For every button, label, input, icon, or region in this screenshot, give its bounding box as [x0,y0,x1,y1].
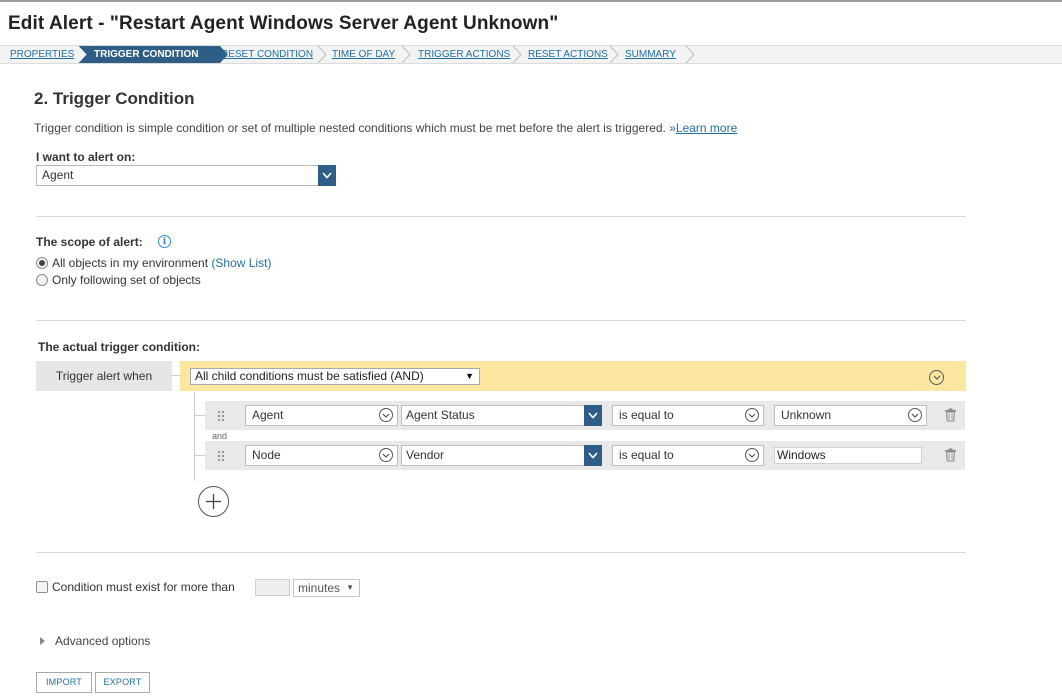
object-value: Node [252,448,281,462]
caret-down-icon: ▼ [346,583,354,592]
chevron-down-icon[interactable] [908,408,922,422]
import-button[interactable]: IMPORT [36,672,92,693]
chevron-down-icon[interactable] [379,448,393,462]
scope-option-all[interactable]: All objects in my environment (Show List… [36,256,271,270]
chevron-down-icon[interactable] [745,408,759,422]
operator-value: is equal to [619,408,674,422]
advanced-options-label: Advanced options [55,634,151,648]
step-arrow-icon [78,46,87,63]
step-summary[interactable]: SUMMARY [625,46,676,63]
group-operator-select[interactable]: All child conditions must be satisfied (… [190,368,480,385]
duration-input[interactable] [255,579,290,596]
trigger-condition-label: The actual trigger condition: [38,340,201,354]
trash-icon[interactable] [944,448,957,462]
chevron-down-icon[interactable] [584,445,602,466]
drag-handle-icon[interactable] [217,450,224,461]
export-button[interactable]: EXPORT [95,672,150,693]
section-description: Trigger condition is simple condition or… [34,121,737,135]
field-select[interactable]: Agent Status [401,405,602,426]
chevron-down-icon[interactable] [318,165,336,186]
wizard-breadcrumb: PROPERTIES TRIGGER CONDITION RESET CONDI… [0,45,1062,64]
radio-selected[interactable] [36,257,48,269]
tree-line [194,391,195,481]
learn-more-prefix: » [669,121,676,135]
value-select[interactable]: Unknown [774,405,927,426]
caret-right-icon [40,637,45,645]
object-select[interactable]: Node [245,445,398,466]
page-title: Edit Alert - "Restart Agent Windows Serv… [8,13,559,34]
operator-select[interactable]: is equal to [612,405,764,426]
duration-checkbox-row[interactable]: Condition must exist for more than [36,580,235,594]
field-value: Agent Status [406,408,475,422]
drag-handle-icon[interactable] [217,410,224,421]
section-title: 2. Trigger Condition [34,89,195,108]
add-condition-button[interactable] [198,486,229,517]
advanced-options-toggle[interactable]: Advanced options [40,634,150,648]
info-icon[interactable]: i [158,235,171,248]
scope-option-subset[interactable]: Only following set of objects [36,273,201,287]
step-reset-actions[interactable]: RESET ACTIONS [528,46,608,63]
connector-line [172,375,180,376]
step-properties[interactable]: PROPERTIES [10,46,74,63]
group-options-chevron-icon[interactable] [929,370,944,385]
group-operator-value: All child conditions must be satisfied (… [195,369,424,383]
object-value: Agent [252,408,284,422]
divider [36,552,966,553]
duration-unit-select[interactable]: minutes ▼ [293,579,360,597]
condition-row: Node Vendor is equal to Windows [205,441,965,470]
caret-down-icon: ▼ [465,371,474,381]
step-reset-condition[interactable]: RESET CONDITION [221,46,313,63]
chevron-down-icon[interactable] [584,405,602,426]
field-select[interactable]: Vendor [401,445,602,466]
step-arrow-icon [610,46,619,63]
trash-icon[interactable] [944,408,957,422]
step-arrow-icon [318,46,327,63]
alert-on-select[interactable]: Agent [36,165,336,186]
step-arrow-icon [686,46,695,63]
duration-unit-value: minutes [298,581,341,595]
condition-value: Unknown [781,408,832,422]
scope-label: The scope of alert: [36,235,143,249]
value-text-input[interactable]: Windows [774,447,922,464]
chevron-down-icon[interactable] [745,448,759,462]
trigger-alert-when: Trigger alert when [36,361,172,391]
chevron-down-icon[interactable] [379,408,393,422]
learn-more-link[interactable]: Learn more [676,121,737,135]
show-list-link[interactable]: (Show List) [211,256,271,270]
scope-option-subset-label: Only following set of objects [52,273,201,287]
top-border [0,0,1062,2]
step-trigger-actions[interactable]: TRIGGER ACTIONS [418,46,510,63]
duration-checkbox[interactable] [36,581,48,593]
and-label: and [212,431,228,441]
operator-value: is equal to [619,448,674,462]
step-arrow-icon [402,46,411,63]
scope-option-all-label: All objects in my environment [52,256,209,270]
divider [36,216,966,217]
plus-icon [206,494,221,509]
step-arrow-icon [513,46,522,63]
alert-on-value: Agent [42,168,74,182]
condition-row: Agent Agent Status is equal to Unknown [205,401,965,430]
object-select[interactable]: Agent [245,405,398,426]
duration-label: Condition must exist for more than [52,580,235,594]
alert-on-label: I want to alert on: [36,150,136,164]
divider [36,320,966,321]
field-value: Vendor [406,448,445,462]
description-text: Trigger condition is simple condition or… [34,121,666,135]
step-trigger-condition[interactable]: TRIGGER CONDITION [78,46,220,63]
step-time-of-day[interactable]: TIME OF DAY [332,46,395,63]
radio-unselected[interactable] [36,274,48,286]
operator-select[interactable]: is equal to [612,445,764,466]
